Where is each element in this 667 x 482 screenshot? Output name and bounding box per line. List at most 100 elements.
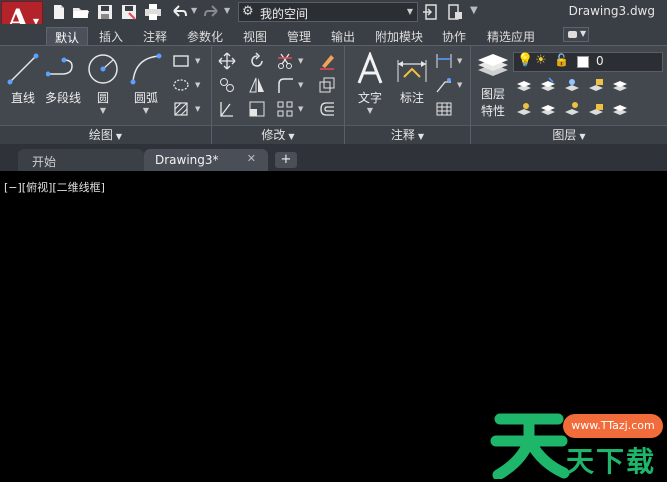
document-title: Drawing3.dwg bbox=[568, 4, 655, 18]
layer-dropdown[interactable]: 💡 ☀ 🔓 0 bbox=[513, 52, 663, 72]
tab-start-label: 开始 bbox=[32, 155, 57, 169]
move-icon[interactable] bbox=[218, 52, 236, 70]
watermark-url: www.TTazj.com bbox=[563, 414, 663, 438]
dimension-tool-label: 标注 bbox=[399, 91, 424, 105]
share-icon[interactable] bbox=[422, 3, 440, 21]
ribbon: 直线 多段线 圆 ▼ 圆弧 ▼ ▼ ▼ ▼ 绘图 ▼ ▼ ▼ ▼ 修改 ▼ 文字… bbox=[0, 45, 667, 145]
layer-delete-icon[interactable] bbox=[611, 100, 629, 118]
copy-icon[interactable] bbox=[218, 76, 236, 94]
rectangle-icon[interactable] bbox=[172, 52, 190, 70]
new-file-icon[interactable] bbox=[50, 3, 68, 21]
chevron-down-icon[interactable]: ▼ bbox=[457, 81, 462, 89]
chevron-down-icon[interactable]: ▼ bbox=[298, 105, 303, 113]
polyline-tool[interactable]: 多段线 bbox=[42, 52, 84, 106]
tab-default[interactable]: 默认 bbox=[46, 27, 89, 45]
undo-icon[interactable] bbox=[170, 3, 188, 21]
chevron-down-icon[interactable]: ▼ bbox=[195, 57, 200, 65]
circle-icon bbox=[86, 52, 120, 86]
ellipse-icon[interactable] bbox=[172, 76, 190, 94]
chevron-down-icon: ▼ bbox=[579, 132, 586, 141]
arc-tool-label: 圆弧 bbox=[133, 91, 158, 105]
tab-start[interactable]: 开始 bbox=[18, 149, 144, 171]
tab-view[interactable]: 视图 bbox=[243, 27, 267, 45]
layer-merge-icon[interactable] bbox=[563, 100, 581, 118]
chevron-down-icon[interactable]: ▼ bbox=[298, 81, 303, 89]
watermark-logo-icon bbox=[490, 405, 570, 481]
tab-featured-apps[interactable]: 精选应用 bbox=[487, 27, 535, 45]
annotation-panel: 文字 ▼ 标注 ▼ ▼ 注释 ▼ bbox=[345, 46, 471, 145]
layer-lock-icon[interactable] bbox=[587, 76, 605, 94]
modify-panel-footer[interactable]: 修改 ▼ bbox=[212, 125, 344, 145]
viewport-controls[interactable]: [−][俯视][二维线框] bbox=[4, 179, 105, 195]
tab-annotate[interactable]: 注释 bbox=[143, 27, 167, 45]
hatch-icon[interactable] bbox=[172, 100, 190, 118]
chevron-down-icon[interactable]: ▼ bbox=[298, 57, 303, 65]
circle-tool[interactable]: 圆 ▼ bbox=[84, 52, 122, 115]
tab-drawing3[interactable]: Drawing3* ✕ bbox=[144, 149, 268, 171]
mirror-icon[interactable] bbox=[248, 76, 266, 94]
layer-properties-label-2: 特性 bbox=[480, 104, 505, 118]
ribbon-display-toggle[interactable]: ▼ bbox=[563, 27, 589, 42]
modify-panel: ▼ ▼ ▼ 修改 ▼ bbox=[212, 46, 345, 145]
save-icon[interactable] bbox=[96, 3, 114, 21]
layer-isolate-icon[interactable] bbox=[563, 76, 581, 94]
ribbon-tab-row: 默认 插入 注释 参数化 视图 管理 输出 附加模块 协作 精选应用 ▼ bbox=[0, 24, 667, 45]
workspace-selector[interactable]: ⚙ 我的空间 ▼ bbox=[238, 2, 418, 22]
redo-icon[interactable] bbox=[203, 3, 221, 21]
annotation-panel-footer[interactable]: 注释 ▼ bbox=[345, 125, 470, 145]
save-as-icon[interactable] bbox=[120, 3, 138, 21]
layer-freeze-icon[interactable] bbox=[515, 100, 533, 118]
layer-walk-icon[interactable] bbox=[539, 100, 557, 118]
fillet-icon[interactable] bbox=[276, 76, 294, 94]
open-folder-icon[interactable] bbox=[72, 3, 90, 21]
layers-panel-footer[interactable]: 图层 ▼ bbox=[471, 125, 667, 145]
explode-icon[interactable] bbox=[318, 76, 336, 94]
layer-unlock-icon[interactable] bbox=[587, 100, 605, 118]
chevron-down-icon[interactable]: ▼ bbox=[195, 105, 200, 113]
stretch-icon[interactable] bbox=[218, 100, 236, 118]
chevron-down-icon[interactable]: ▼ bbox=[457, 57, 462, 65]
customize-qa-icon[interactable]: ▼ bbox=[470, 5, 478, 16]
tab-addins[interactable]: 附加模块 bbox=[375, 27, 423, 45]
chevron-down-icon[interactable]: ▼ bbox=[84, 106, 122, 115]
chevron-down-icon[interactable]: ▼ bbox=[351, 106, 389, 115]
layer-properties-tool[interactable]: 图层 特性 bbox=[473, 50, 513, 119]
tab-manage[interactable]: 管理 bbox=[287, 27, 311, 45]
tab-output[interactable]: 输出 bbox=[331, 27, 355, 45]
chevron-down-icon: ▼ bbox=[115, 132, 123, 141]
dimension-tool[interactable]: 标注 bbox=[393, 52, 431, 106]
print-icon[interactable] bbox=[144, 3, 162, 21]
array-icon[interactable] bbox=[276, 100, 294, 118]
linear-dimension-icon[interactable] bbox=[435, 52, 453, 70]
line-tool[interactable]: 直线 bbox=[4, 52, 42, 106]
layer-off-icon[interactable] bbox=[611, 76, 629, 94]
publish-icon[interactable] bbox=[446, 3, 464, 21]
scale-icon[interactable] bbox=[248, 100, 266, 118]
tab-parametric[interactable]: 参数化 bbox=[187, 27, 223, 45]
leader-icon[interactable] bbox=[435, 76, 453, 94]
watermark-text: 天下载 bbox=[566, 445, 657, 478]
circle-tool-label: 圆 bbox=[96, 91, 109, 105]
redo-dropdown-icon[interactable]: ▼ bbox=[224, 6, 230, 15]
table-icon[interactable] bbox=[435, 100, 453, 118]
close-icon[interactable]: ✕ bbox=[247, 152, 256, 165]
tab-insert[interactable]: 插入 bbox=[99, 27, 123, 45]
trim-icon[interactable] bbox=[276, 52, 294, 70]
tab-collaborate[interactable]: 协作 bbox=[442, 27, 466, 45]
erase-icon[interactable] bbox=[318, 52, 336, 70]
layer-match-icon[interactable] bbox=[515, 76, 533, 94]
line-icon bbox=[6, 52, 40, 86]
draw-panel-footer[interactable]: 绘图 ▼ bbox=[0, 125, 211, 145]
rotate-icon[interactable] bbox=[248, 52, 266, 70]
modify-panel-title: 修改 bbox=[261, 128, 286, 142]
offset-icon[interactable] bbox=[318, 100, 336, 118]
undo-dropdown-icon[interactable]: ▼ bbox=[191, 6, 197, 15]
layer-previous-icon[interactable] bbox=[539, 76, 557, 94]
document-tab-bar: 开始 Drawing3* ✕ + bbox=[0, 144, 667, 171]
chevron-down-icon[interactable]: ▼ bbox=[195, 81, 200, 89]
chevron-down-icon[interactable]: ▼ bbox=[126, 106, 166, 115]
new-tab-button[interactable]: + bbox=[275, 152, 297, 168]
line-tool-label: 直线 bbox=[10, 91, 35, 105]
text-tool[interactable]: 文字 ▼ bbox=[351, 50, 389, 115]
arc-tool[interactable]: 圆弧 ▼ bbox=[126, 52, 166, 115]
